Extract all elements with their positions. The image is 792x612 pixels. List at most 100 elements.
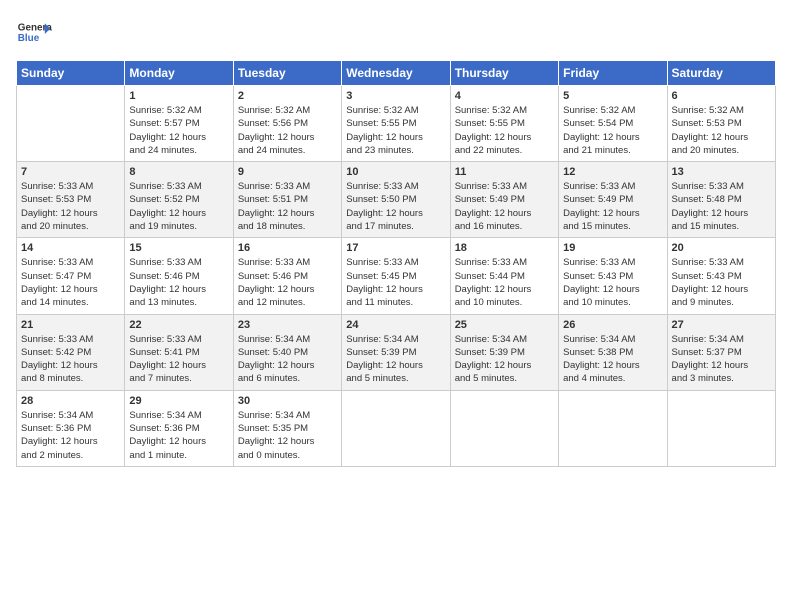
calendar-cell [667, 390, 775, 466]
day-info: Sunrise: 5:33 AM Sunset: 5:48 PM Dayligh… [672, 180, 771, 233]
calendar-week-row: 1 Sunrise: 5:32 AM Sunset: 5:57 PM Daylig… [17, 86, 776, 162]
logo-icon: General Blue [16, 16, 52, 52]
calendar-cell: 19 Sunrise: 5:33 AM Sunset: 5:43 PM Dayli… [559, 238, 667, 314]
day-number: 21 [21, 319, 120, 331]
day-number: 4 [455, 90, 554, 102]
calendar-cell: 14Sunrise: 5:33 AM Sunset: 5:47 PM Dayli… [17, 238, 125, 314]
day-number: 18 [455, 242, 554, 254]
day-number: 20 [672, 242, 771, 254]
column-header-friday: Friday [559, 61, 667, 86]
day-info: Sunrise: 5:34 AM Sunset: 5:37 PM Dayligh… [672, 333, 771, 386]
day-number: 7 [21, 166, 120, 178]
calendar-cell: 1 Sunrise: 5:32 AM Sunset: 5:57 PM Daylig… [125, 86, 233, 162]
column-header-thursday: Thursday [450, 61, 558, 86]
calendar-cell: 28 Sunrise: 5:34 AM Sunset: 5:36 PM Dayli… [17, 390, 125, 466]
day-number: 23 [238, 319, 337, 331]
calendar-cell [559, 390, 667, 466]
day-number: 19 [563, 242, 662, 254]
column-header-wednesday: Wednesday [342, 61, 450, 86]
calendar-cell: 21Sunrise: 5:33 AM Sunset: 5:42 PM Dayli… [17, 314, 125, 390]
calendar-cell: 16 Sunrise: 5:33 AM Sunset: 5:46 PM Dayli… [233, 238, 341, 314]
day-info: Sunrise: 5:33 AM Sunset: 5:49 PM Dayligh… [563, 180, 662, 233]
day-info: Sunrise: 5:33 AM Sunset: 5:49 PM Dayligh… [455, 180, 554, 233]
day-info: Sunrise: 5:32 AM Sunset: 5:55 PM Dayligh… [455, 104, 554, 157]
calendar-cell: 30 Sunrise: 5:34 AM Sunset: 5:35 PM Dayli… [233, 390, 341, 466]
day-number: 26 [563, 319, 662, 331]
day-info: Sunrise: 5:34 AM Sunset: 5:38 PM Dayligh… [563, 333, 662, 386]
day-number: 11 [455, 166, 554, 178]
page-header: General Blue [16, 16, 776, 52]
day-info: Sunrise: 5:32 AM Sunset: 5:53 PM Dayligh… [672, 104, 771, 157]
day-number: 1 [129, 90, 228, 102]
day-number: 22 [129, 319, 228, 331]
day-info: Sunrise: 5:33 AM Sunset: 5:52 PM Dayligh… [129, 180, 228, 233]
calendar-week-row: 7 Sunrise: 5:33 AM Sunset: 5:53 PM Daylig… [17, 162, 776, 238]
calendar-cell: 5 Sunrise: 5:32 AM Sunset: 5:54 PM Daylig… [559, 86, 667, 162]
day-number: 15 [129, 242, 228, 254]
day-number: 6 [672, 90, 771, 102]
calendar-cell: 8 Sunrise: 5:33 AM Sunset: 5:52 PM Daylig… [125, 162, 233, 238]
day-number: 5 [563, 90, 662, 102]
calendar-cell: 13 Sunrise: 5:33 AM Sunset: 5:48 PM Dayli… [667, 162, 775, 238]
day-info: Sunrise: 5:33 AM Sunset: 5:46 PM Dayligh… [129, 256, 228, 309]
calendar-header-row: SundayMondayTuesdayWednesdayThursdayFrid… [17, 61, 776, 86]
day-info: Sunrise: 5:34 AM Sunset: 5:36 PM Dayligh… [129, 409, 228, 462]
day-info: Sunrise: 5:34 AM Sunset: 5:40 PM Dayligh… [238, 333, 337, 386]
calendar-cell: 17Sunrise: 5:33 AM Sunset: 5:45 PM Dayli… [342, 238, 450, 314]
day-info: Sunrise: 5:33 AM Sunset: 5:41 PM Dayligh… [129, 333, 228, 386]
calendar-cell: 11 Sunrise: 5:33 AM Sunset: 5:49 PM Dayli… [450, 162, 558, 238]
calendar-cell [450, 390, 558, 466]
calendar-cell: 3Sunrise: 5:32 AM Sunset: 5:55 PM Daylig… [342, 86, 450, 162]
calendar-cell: 2Sunrise: 5:32 AM Sunset: 5:56 PM Daylig… [233, 86, 341, 162]
day-info: Sunrise: 5:33 AM Sunset: 5:44 PM Dayligh… [455, 256, 554, 309]
day-info: Sunrise: 5:34 AM Sunset: 5:35 PM Dayligh… [238, 409, 337, 462]
day-number: 29 [129, 395, 228, 407]
calendar-cell: 18 Sunrise: 5:33 AM Sunset: 5:44 PM Dayli… [450, 238, 558, 314]
day-info: Sunrise: 5:33 AM Sunset: 5:50 PM Dayligh… [346, 180, 445, 233]
calendar-week-row: 28 Sunrise: 5:34 AM Sunset: 5:36 PM Dayli… [17, 390, 776, 466]
day-number: 8 [129, 166, 228, 178]
day-number: 30 [238, 395, 337, 407]
calendar-cell: 24 Sunrise: 5:34 AM Sunset: 5:39 PM Dayli… [342, 314, 450, 390]
calendar-cell: 10 Sunrise: 5:33 AM Sunset: 5:50 PM Dayli… [342, 162, 450, 238]
calendar-cell: 15 Sunrise: 5:33 AM Sunset: 5:46 PM Dayli… [125, 238, 233, 314]
day-info: Sunrise: 5:33 AM Sunset: 5:47 PM Dayligh… [21, 256, 120, 309]
day-info: Sunrise: 5:33 AM Sunset: 5:43 PM Dayligh… [672, 256, 771, 309]
calendar-cell: 22 Sunrise: 5:33 AM Sunset: 5:41 PM Dayli… [125, 314, 233, 390]
day-info: Sunrise: 5:34 AM Sunset: 5:39 PM Dayligh… [455, 333, 554, 386]
calendar-cell [17, 86, 125, 162]
day-info: Sunrise: 5:32 AM Sunset: 5:56 PM Dayligh… [238, 104, 337, 157]
day-info: Sunrise: 5:34 AM Sunset: 5:36 PM Dayligh… [21, 409, 120, 462]
day-info: Sunrise: 5:33 AM Sunset: 5:51 PM Dayligh… [238, 180, 337, 233]
calendar-cell: 9 Sunrise: 5:33 AM Sunset: 5:51 PM Daylig… [233, 162, 341, 238]
day-number: 10 [346, 166, 445, 178]
calendar-cell: 6 Sunrise: 5:32 AM Sunset: 5:53 PM Daylig… [667, 86, 775, 162]
day-info: Sunrise: 5:32 AM Sunset: 5:54 PM Dayligh… [563, 104, 662, 157]
calendar-cell: 25 Sunrise: 5:34 AM Sunset: 5:39 PM Dayli… [450, 314, 558, 390]
day-number: 28 [21, 395, 120, 407]
day-info: Sunrise: 5:33 AM Sunset: 5:43 PM Dayligh… [563, 256, 662, 309]
day-number: 27 [672, 319, 771, 331]
calendar-cell: 29 Sunrise: 5:34 AM Sunset: 5:36 PM Dayli… [125, 390, 233, 466]
calendar-cell [342, 390, 450, 466]
day-info: Sunrise: 5:33 AM Sunset: 5:46 PM Dayligh… [238, 256, 337, 309]
column-header-saturday: Saturday [667, 61, 775, 86]
day-number: 16 [238, 242, 337, 254]
day-info: Sunrise: 5:33 AM Sunset: 5:53 PM Dayligh… [21, 180, 120, 233]
column-header-tuesday: Tuesday [233, 61, 341, 86]
day-info: Sunrise: 5:34 AM Sunset: 5:39 PM Dayligh… [346, 333, 445, 386]
logo: General Blue [16, 16, 52, 52]
column-header-monday: Monday [125, 61, 233, 86]
day-info: Sunrise: 5:32 AM Sunset: 5:57 PM Dayligh… [129, 104, 228, 157]
calendar-cell: 12 Sunrise: 5:33 AM Sunset: 5:49 PM Dayli… [559, 162, 667, 238]
column-header-sunday: Sunday [17, 61, 125, 86]
day-number: 13 [672, 166, 771, 178]
calendar-cell: 26 Sunrise: 5:34 AM Sunset: 5:38 PM Dayli… [559, 314, 667, 390]
calendar-cell: 4 Sunrise: 5:32 AM Sunset: 5:55 PM Daylig… [450, 86, 558, 162]
day-number: 12 [563, 166, 662, 178]
day-number: 24 [346, 319, 445, 331]
day-number: 25 [455, 319, 554, 331]
calendar-week-row: 14Sunrise: 5:33 AM Sunset: 5:47 PM Dayli… [17, 238, 776, 314]
calendar-table: SundayMondayTuesdayWednesdayThursdayFrid… [16, 60, 776, 467]
day-number: 9 [238, 166, 337, 178]
